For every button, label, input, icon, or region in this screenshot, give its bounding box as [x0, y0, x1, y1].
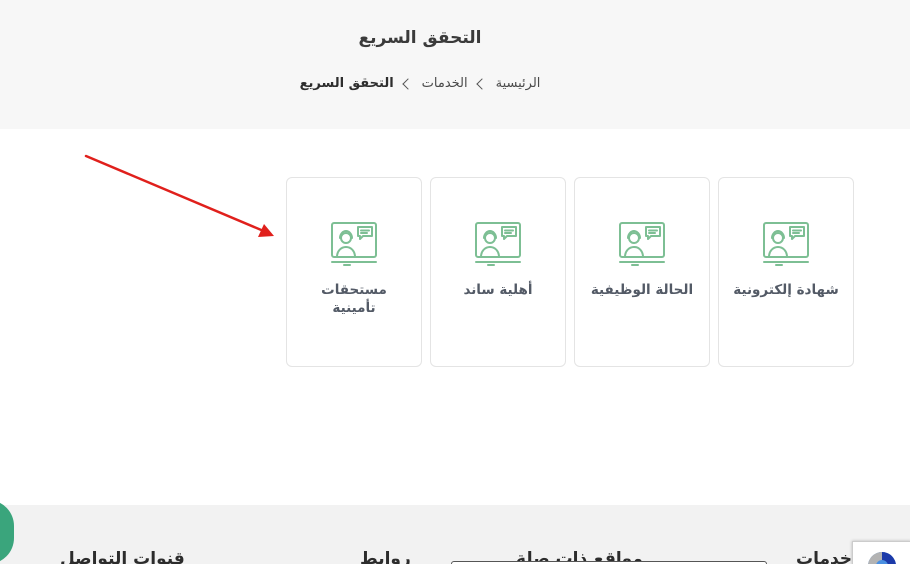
card-saned-eligibility[interactable]: أهلية ساند [430, 177, 566, 367]
breadcrumb-services-link[interactable]: الخدمات [422, 76, 468, 91]
card-e-certificate[interactable]: شهادة إلكترونية [718, 177, 854, 367]
page-title: التحقق السريع [358, 28, 482, 48]
footer-heading-contact: قنوات التواصل [60, 549, 185, 564]
recaptcha-badge[interactable] [852, 541, 910, 564]
support-agent-screen-icon [619, 222, 665, 266]
card-label: مستحقات تأمينية [321, 282, 387, 316]
annotation-arrow-icon [84, 154, 274, 237]
support-agent-screen-icon [331, 222, 377, 266]
card-employment-status[interactable]: الحالة الوظيفية [574, 177, 710, 367]
breadcrumb-current: التحقق السريع [299, 76, 394, 91]
recaptcha-icon [868, 552, 896, 564]
support-agent-screen-icon [475, 222, 521, 266]
breadcrumb-home-link[interactable]: الرئيسية [496, 76, 541, 91]
footer-heading-links: روابط [360, 549, 411, 564]
chevron-left-icon [475, 77, 488, 90]
footer-heading-services: خدمات [796, 549, 853, 564]
breadcrumb: الرئيسية الخدمات التحقق السريع [0, 76, 840, 91]
card-label: أهلية ساند [463, 282, 533, 298]
card-label: شهادة إلكترونية [733, 282, 839, 298]
footer: خدمات مواقع ذات صلة روابط قنوات التواصل [0, 505, 910, 564]
quick-verify-cards: شهادة إلكترونية الحالة الوظيفية أهلية سا… [278, 177, 854, 369]
card-label: الحالة الوظيفية [590, 282, 694, 298]
page-header: التحقق السريع الرئيسية الخدمات التحقق ال… [0, 0, 910, 129]
support-agent-screen-icon [763, 222, 809, 266]
page: التحقق السريع الرئيسية الخدمات التحقق ال… [0, 0, 910, 564]
card-insurance-dues[interactable]: مستحقات تأمينية [286, 177, 422, 367]
chevron-left-icon [401, 77, 414, 90]
